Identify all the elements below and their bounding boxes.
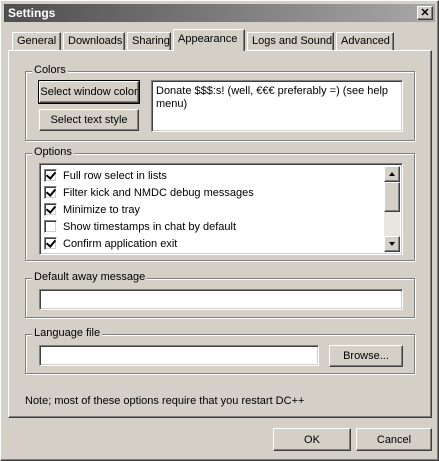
ok-button[interactable]: OK [273, 428, 351, 451]
option-label: Filter kick and NMDC debug messages [63, 186, 254, 199]
option-minimize-to-tray[interactable]: Minimize to tray [44, 201, 140, 218]
title-bar[interactable]: Settings ✕ [4, 4, 435, 22]
option-label: Full row select in lists [63, 169, 167, 182]
options-group-label: Options [32, 146, 74, 158]
away-message-group-label: Default away message [32, 271, 148, 283]
show-timestamps-checkbox[interactable] [44, 220, 57, 233]
option-show-timestamps[interactable]: Show timestamps in chat by default [44, 218, 236, 235]
option-label: Minimize to tray [63, 203, 141, 216]
option-filter-kick[interactable]: Filter kick and NMDC debug messages [44, 184, 254, 201]
arrow-up-icon [389, 172, 395, 176]
confirm-exit-checkbox[interactable] [44, 237, 57, 250]
color-preview-text: Donate $$$:s! (well, €€€ preferably =) (… [156, 85, 389, 110]
scroll-down-button[interactable] [384, 236, 400, 252]
close-icon: ✕ [420, 7, 430, 19]
settings-window: Settings ✕ General Downloads Sharing App… [0, 0, 439, 461]
colors-group-label: Colors [32, 64, 68, 76]
option-confirm-exit[interactable]: Confirm application exit [44, 235, 177, 252]
tab-advanced[interactable]: Advanced [336, 32, 394, 51]
away-message-input[interactable] [39, 289, 403, 310]
tab-label: Sharing [132, 35, 170, 47]
language-file-input[interactable] [39, 345, 319, 366]
select-window-color-button[interactable]: Select window color [38, 80, 140, 104]
minimize-to-tray-checkbox[interactable] [44, 203, 57, 216]
tab-label: Appearance [178, 33, 238, 45]
tab-appearance[interactable]: Appearance [173, 29, 245, 51]
option-full-row-select[interactable]: Full row select in lists [44, 167, 167, 184]
scroll-thumb[interactable] [384, 182, 400, 212]
option-label: Show timestamps in chat by default [63, 220, 237, 233]
full-row-select-checkbox[interactable] [44, 169, 57, 182]
option-label: Confirm application exit [63, 237, 178, 250]
tab-logs-and-sound[interactable]: Logs and Sound [247, 32, 334, 51]
restart-note: Note; most of these options require that… [25, 395, 305, 407]
color-preview-box[interactable]: Donate $$$:s! (well, €€€ preferably =) (… [151, 80, 403, 132]
browse-button[interactable]: Browse... [329, 345, 403, 367]
filter-kick-checkbox[interactable] [44, 186, 57, 199]
language-file-group-label: Language file [32, 327, 103, 339]
tab-sharing[interactable]: Sharing [127, 32, 171, 51]
tab-label: Downloads [68, 35, 123, 47]
tab-label: Advanced [341, 35, 390, 47]
close-button[interactable]: ✕ [417, 6, 433, 20]
tab-label: General [17, 35, 57, 47]
select-text-style-button[interactable]: Select text style [39, 109, 139, 131]
tab-label: Logs and Sound [252, 35, 333, 47]
tab-general[interactable]: General [12, 32, 61, 51]
arrow-down-icon [389, 242, 395, 246]
window-title: Settings [8, 6, 56, 20]
tab-downloads[interactable]: Downloads [63, 32, 125, 51]
options-list[interactable]: Full row select in lists Filter kick and… [39, 163, 403, 255]
scroll-up-button[interactable] [384, 166, 400, 182]
cancel-button[interactable]: Cancel [356, 428, 432, 451]
options-scrollbar[interactable] [384, 166, 400, 252]
